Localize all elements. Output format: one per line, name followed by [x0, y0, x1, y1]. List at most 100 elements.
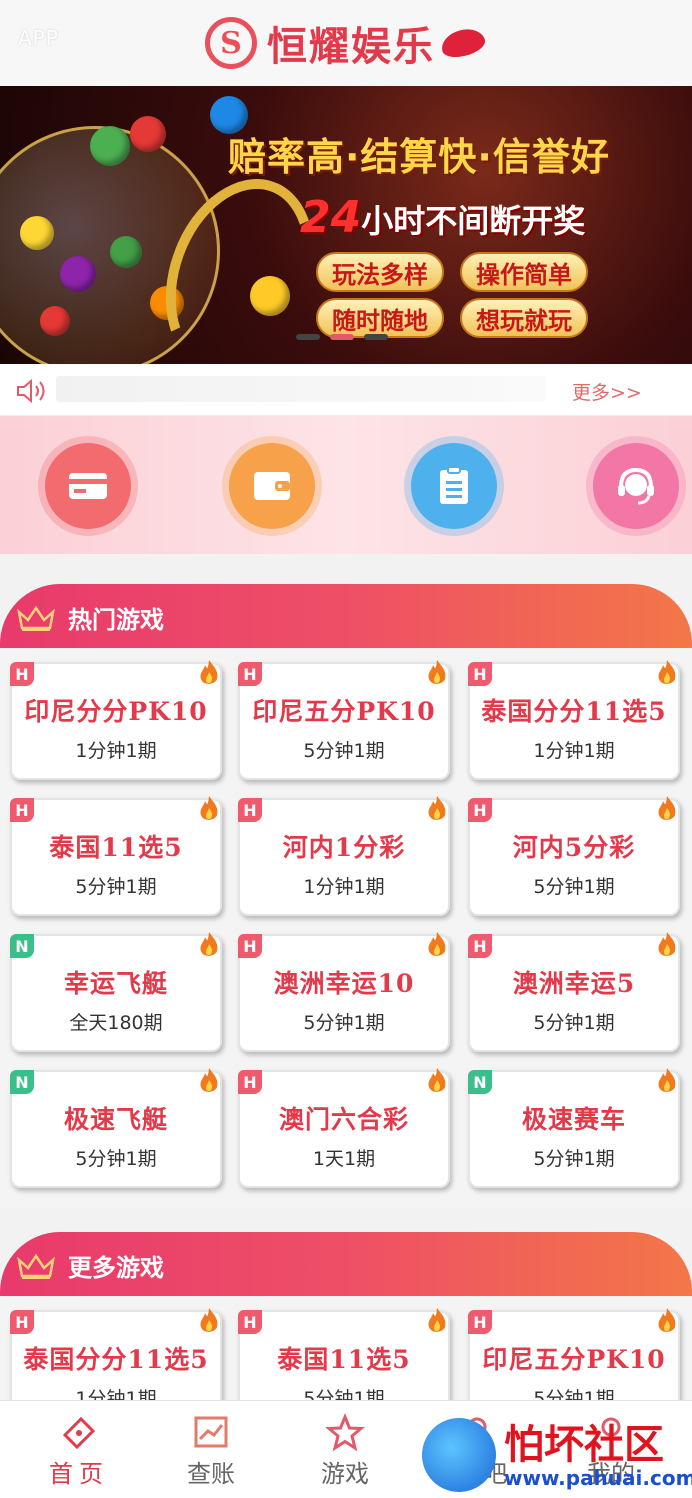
new-badge: N: [10, 1070, 34, 1094]
game-period: 5分钟1期: [533, 1388, 615, 1400]
card-icon: [69, 473, 107, 499]
game-period: 5分钟1期: [75, 1148, 157, 1170]
carousel-dot[interactable]: [296, 334, 320, 340]
flame-icon: [658, 1068, 676, 1092]
banner-sub-number: 24: [300, 192, 362, 243]
game-card[interactable]: H 河内5分彩 5分钟1期: [468, 796, 680, 916]
flame-icon: [200, 932, 218, 956]
headset-icon: [618, 467, 654, 505]
nav-games-label: 游戏: [321, 1460, 369, 1488]
game-card[interactable]: H 澳门六合彩 1天1期: [238, 1068, 450, 1188]
promo-banner[interactable]: 赔率高·结算快·信誉好 24小时不间断开奖 玩法多样 操作简单 随时随地 想玩就…: [0, 86, 692, 364]
banner-pill: 操作简单: [460, 252, 588, 292]
hot-games-title: 热门游戏: [68, 606, 164, 634]
game-period: 5分钟1期: [303, 740, 385, 762]
customer-service-button[interactable]: [586, 436, 686, 536]
game-period: 1天1期: [312, 1148, 376, 1170]
notice-marquee[interactable]: [56, 376, 546, 402]
game-name: 泰国分分11选5: [23, 1345, 209, 1374]
hot-badge: H: [238, 1070, 262, 1094]
more-games-header: 更多游戏: [0, 1232, 692, 1296]
records-button[interactable]: [404, 436, 504, 536]
carousel-dots: [296, 334, 388, 340]
app-tag[interactable]: APP: [18, 26, 59, 50]
game-name: 泰国11选5: [49, 833, 183, 862]
game-period: 全天180期: [69, 1012, 163, 1034]
hot-badge: H: [10, 798, 34, 822]
game-name: 泰国分分11选5: [481, 697, 667, 726]
game-period: 5分钟1期: [303, 1012, 385, 1034]
banner-sub-text: 小时不间断开奖: [361, 202, 586, 240]
game-card[interactable]: H 印尼五分PK10 5分钟1期: [468, 1308, 680, 1400]
game-period: 1分钟1期: [75, 1388, 157, 1400]
game-period: 1分钟1期: [303, 876, 385, 898]
game-name: 澳洲幸运5: [512, 969, 636, 998]
flame-icon: [658, 1308, 676, 1332]
game-period: 1分钟1期: [75, 740, 157, 762]
flame-icon: [428, 796, 446, 820]
hot-badge: H: [10, 662, 34, 686]
quick-actions: [0, 416, 692, 554]
banner-pill: 随时随地: [316, 298, 444, 338]
fish-logo-icon: [422, 1418, 496, 1492]
game-card[interactable]: H 泰国11选5 5分钟1期: [10, 796, 222, 916]
game-card[interactable]: N 幸运飞艇全天180期: [10, 932, 222, 1052]
more-games-grid: H 泰国分分11选5 1分钟1期 H 泰国11选5 5分钟1期 H 印尼五分PK10 5分钟1期: [0, 1296, 692, 1400]
game-name: 极速飞艇: [63, 1105, 168, 1134]
flame-icon: [200, 1308, 218, 1332]
game-card[interactable]: N 极速赛车 5分钟1期: [468, 1068, 680, 1188]
notice-bar: 更多>>: [0, 364, 692, 416]
hot-badge: H: [468, 1310, 492, 1334]
hot-games-header: 热门游戏: [0, 584, 692, 648]
game-name: 印尼五分PK10: [482, 1345, 666, 1374]
hot-badge: H: [238, 662, 262, 686]
game-name: 印尼五分PK10: [252, 697, 436, 726]
game-card[interactable]: H 印尼五分PK10 5分钟1期: [238, 660, 450, 780]
brand-logo-icon: S: [205, 17, 257, 69]
new-badge: N: [468, 1070, 492, 1094]
banner-pill: 想玩就玩: [460, 298, 588, 338]
game-card[interactable]: H 泰国11选5 5分钟1期: [238, 1308, 450, 1400]
game-name: 幸运飞艇: [63, 969, 168, 998]
watermark: 怕坏社区 www.pahuai.com: [418, 1408, 692, 1498]
chart-icon: [194, 1416, 228, 1448]
game-name: 河内1分彩: [282, 833, 406, 862]
deposit-button[interactable]: [38, 436, 138, 536]
game-card[interactable]: H 泰国分分11选5 1分钟1期: [468, 660, 680, 780]
flame-icon: [658, 796, 676, 820]
game-name: 澳门六合彩: [278, 1105, 409, 1134]
game-card[interactable]: H 印尼分分PK10 1分钟1期: [10, 660, 222, 780]
carousel-dot[interactable]: [364, 334, 388, 340]
hot-badge: H: [10, 1310, 34, 1334]
game-period: 5分钟1期: [533, 1148, 615, 1170]
banner-pill: 玩法多样: [316, 252, 444, 292]
flame-icon: [658, 932, 676, 956]
nav-account[interactable]: 查账: [146, 1401, 276, 1498]
game-card[interactable]: N 极速飞艇 5分钟1期: [10, 1068, 222, 1188]
flame-icon: [428, 1308, 446, 1332]
ticket-icon: [62, 1416, 96, 1450]
game-period: 5分钟1期: [303, 1388, 385, 1400]
new-badge: N: [10, 934, 34, 958]
hot-badge: H: [238, 934, 262, 958]
carousel-dot-active[interactable]: [330, 334, 354, 340]
hot-badge: H: [238, 1310, 262, 1334]
brand: S 恒耀娱乐: [205, 14, 488, 72]
game-period: 5分钟1期: [533, 876, 615, 898]
game-period: 1分钟1期: [533, 740, 615, 762]
game-name: 河内5分彩: [512, 833, 636, 862]
more-link[interactable]: 更多>>: [572, 378, 642, 405]
nav-home[interactable]: 首页: [14, 1401, 144, 1498]
game-card[interactable]: H 泰国分分11选5 1分钟1期: [10, 1308, 222, 1400]
game-card[interactable]: H 澳洲幸运5 5分钟1期: [468, 932, 680, 1052]
flame-icon: [200, 796, 218, 820]
wallet-button[interactable]: [222, 436, 322, 536]
game-card[interactable]: H 河内1分彩 1分钟1期: [238, 796, 450, 916]
game-name: 澳洲幸运10: [273, 969, 415, 998]
nav-games[interactable]: 游戏: [280, 1401, 410, 1498]
flame-icon: [200, 1068, 218, 1092]
game-period: 5分钟1期: [75, 876, 157, 898]
game-card[interactable]: H 澳洲幸运10 5分钟1期: [238, 932, 450, 1052]
more-games-title: 更多游戏: [68, 1254, 164, 1282]
hot-badge: H: [468, 662, 492, 686]
